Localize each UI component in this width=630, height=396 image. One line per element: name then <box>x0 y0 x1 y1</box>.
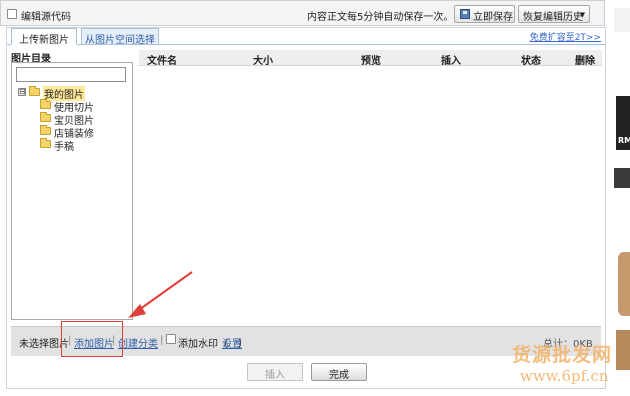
column-delete: 删除 <box>575 56 595 67</box>
watermark-close-paren: ） <box>238 339 248 350</box>
free-expand-link[interactable]: 免费扩容至2T>> <box>530 30 601 43</box>
directory-tree-panel: ⊟ 我的图片 使用切片 宝贝图片 店铺装修 手稿 <box>11 62 133 320</box>
annotation-highlight-box <box>61 321 123 357</box>
chevron-down-icon: ▼ <box>579 11 585 19</box>
floppy-disk-icon <box>460 9 470 19</box>
ad-text: RM <box>618 136 630 145</box>
folder-icon <box>29 86 40 96</box>
insert-button[interactable]: 插入 <box>247 363 303 381</box>
tree-node-label: 手稿 <box>54 142 74 153</box>
folder-icon <box>40 138 51 148</box>
site-watermark-url: www.6pf.cn <box>520 367 609 385</box>
watermark-checkbox[interactable] <box>166 334 176 344</box>
folder-icon <box>40 112 51 122</box>
source-code-label[interactable]: 编辑源代码 <box>21 8 71 23</box>
dialog-tabs: 上传新图片 从图片空间选择 免费扩容至2T>> <box>7 28 605 46</box>
editor-toolbar: 编辑源代码 内容正文每5分钟自动保存一次。 立即保存 恢复编辑历史 ▼ <box>0 0 605 26</box>
source-code-checkbox[interactable] <box>7 9 17 19</box>
ad-image <box>614 8 630 32</box>
watermark-label: 添加水印（ <box>178 339 228 350</box>
autosave-notice: 内容正文每5分钟自动保存一次。 <box>307 12 454 23</box>
column-preview: 预览 <box>361 56 381 67</box>
column-size: 大小 <box>253 56 273 67</box>
ad-image <box>614 168 630 188</box>
collapse-toggle-icon[interactable]: ⊟ <box>18 88 26 96</box>
column-insert: 插入 <box>441 56 461 67</box>
tab-upload-new[interactable]: 上传新图片 <box>11 28 77 46</box>
ad-image <box>616 330 630 370</box>
image-upload-dialog: 上传新图片 从图片空间选择 免费扩容至2T>> 图片目录 ⊟ 我的图片 使用切片… <box>6 27 606 389</box>
done-button[interactable]: 完成 <box>311 363 367 381</box>
right-cropped-ad-strip: 淘钟 RM <box>608 0 630 396</box>
separator: | <box>160 335 164 346</box>
tab-image-space[interactable]: 从图片空间选择 <box>81 28 159 46</box>
folder-icon <box>40 99 51 109</box>
ad-image <box>618 252 630 316</box>
site-watermark-text: 货源批发网 <box>512 344 613 366</box>
save-now-label: 立即保存 <box>473 12 513 23</box>
save-now-button[interactable]: 立即保存 <box>454 5 515 23</box>
column-status: 状态 <box>521 56 541 67</box>
create-category-link[interactable]: 创建分类 <box>118 335 158 350</box>
restore-history-dropdown[interactable]: 恢复编辑历史 ▼ <box>518 5 590 23</box>
column-filename: 文件名 <box>147 56 177 67</box>
file-list-header: 文件名 大小 预览 插入 状态 删除 <box>139 50 602 67</box>
restore-history-label: 恢复编辑历史 <box>523 12 583 23</box>
folder-icon <box>40 125 51 135</box>
directory-search-input[interactable] <box>16 67 126 82</box>
